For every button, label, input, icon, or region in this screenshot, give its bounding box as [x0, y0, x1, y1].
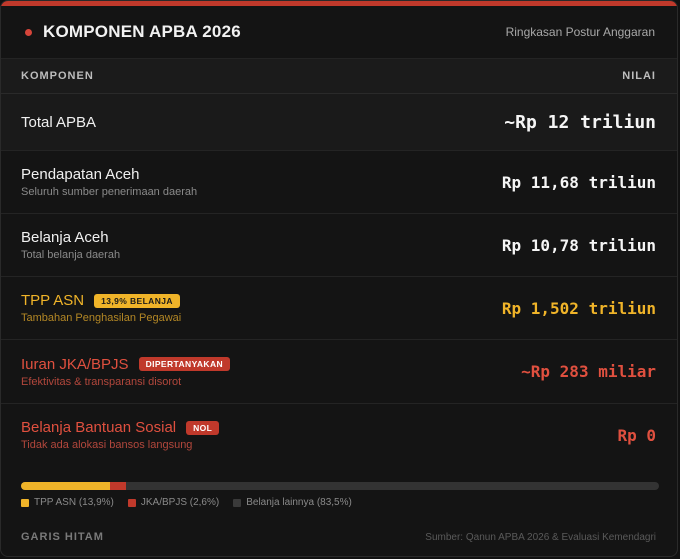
- row-description: Total belanja daerah: [21, 249, 121, 261]
- row-description: Efektivitas & transparansi disorot: [21, 375, 182, 388]
- card-subtitle: Ringkasan Postur Anggaran: [505, 25, 655, 39]
- row-belanja-bantuan-sosial: Belanja Bantuan Sosial NOL Tidak ada alo…: [1, 404, 677, 466]
- footer-source: Sumber: Qanun APBA 2026 & Evaluasi Kemen…: [425, 531, 656, 543]
- column-nilai: NILAI: [622, 70, 656, 82]
- row-tpp-asn: TPP ASN 13,9% BELANJA Tambahan Penghasil…: [1, 277, 677, 340]
- status-badge: 13,9% BELANJA: [94, 293, 180, 308]
- legend-label: Belanja lainnya (83,5%): [246, 497, 352, 508]
- status-dot-icon: [25, 28, 32, 36]
- legend-label: TPP ASN (13,9%): [34, 497, 114, 508]
- row-description: Tidak ada alokasi bansos langsung: [21, 439, 193, 451]
- legend-swatch: [233, 498, 242, 507]
- budget-card: KOMPONEN APBA 2026 Ringkasan Postur Angg…: [0, 0, 678, 557]
- row-value: Rp 1,502 triliun: [501, 298, 656, 318]
- legend-swatch: [21, 498, 29, 507]
- row-name: Belanja Aceh: [21, 229, 109, 246]
- row-name: TPP ASN: [21, 292, 85, 309]
- row-belanja-aceh: Belanja Aceh Total belanja daerah Rp 10,…: [1, 214, 677, 277]
- row-value: Rp 10,78 triliun: [501, 235, 656, 255]
- status-badge: DIPERTANYAKAN: [138, 357, 231, 371]
- legend-label: JKA/BPJS (2,6%): [140, 497, 220, 508]
- bar-segment: [109, 482, 127, 490]
- column-header: KOMPONEN NILAI: [1, 58, 677, 94]
- footer-brand: GARIS HITAM: [21, 531, 104, 543]
- row-value: Rp 11,68 triliun: [501, 172, 656, 192]
- row-name: Total APBA: [21, 113, 97, 131]
- card-header: KOMPONEN APBA 2026 Ringkasan Postur Angg…: [1, 6, 677, 58]
- legend-item: TPP ASN (13,9%): [21, 497, 114, 508]
- breakdown-legend: TPP ASN (13,9%) JKA/BPJS (2,6%) Belanja la…: [21, 497, 366, 508]
- row-pendapatan-aceh: Pendapatan Aceh Seluruh sumber penerimaa…: [1, 151, 677, 214]
- legend-item: Belanja lainnya (83,5%): [233, 497, 352, 508]
- breakdown-bar: [21, 482, 659, 490]
- row-value: ~Rp 12 triliun: [504, 111, 656, 133]
- row-description: Tambahan Penghasilan Pegawai: [21, 312, 182, 324]
- legend-item: JKA/BPJS (2,6%): [127, 497, 220, 508]
- row-description: Seluruh sumber penerimaan daerah: [21, 186, 198, 198]
- column-komponen: KOMPONEN: [21, 70, 94, 82]
- title-group: KOMPONEN APBA 2026: [25, 22, 241, 42]
- row-name: Belanja Bantuan Sosial: [21, 419, 177, 436]
- legend-swatch: [127, 498, 136, 507]
- card-title: KOMPONEN APBA 2026: [43, 22, 241, 41]
- row-total-apba: Total APBA ~Rp 12 triliun: [1, 94, 677, 151]
- card-footer: GARIS HITAM Sumber: Qanun APBA 2026 & Ev…: [1, 527, 677, 547]
- row-name: Pendapatan Aceh: [21, 166, 140, 183]
- status-badge: NOL: [186, 420, 220, 435]
- row-name: Iuran JKA/BPJS: [21, 355, 129, 373]
- bar-segment: [21, 482, 110, 490]
- row-value: Rp 0: [617, 425, 656, 445]
- row-value: ~Rp 283 miliar: [521, 362, 656, 381]
- row-iuran-jka-bpjs: Iuran JKA/BPJS DIPERTANYAKAN Efektivitas…: [1, 340, 677, 404]
